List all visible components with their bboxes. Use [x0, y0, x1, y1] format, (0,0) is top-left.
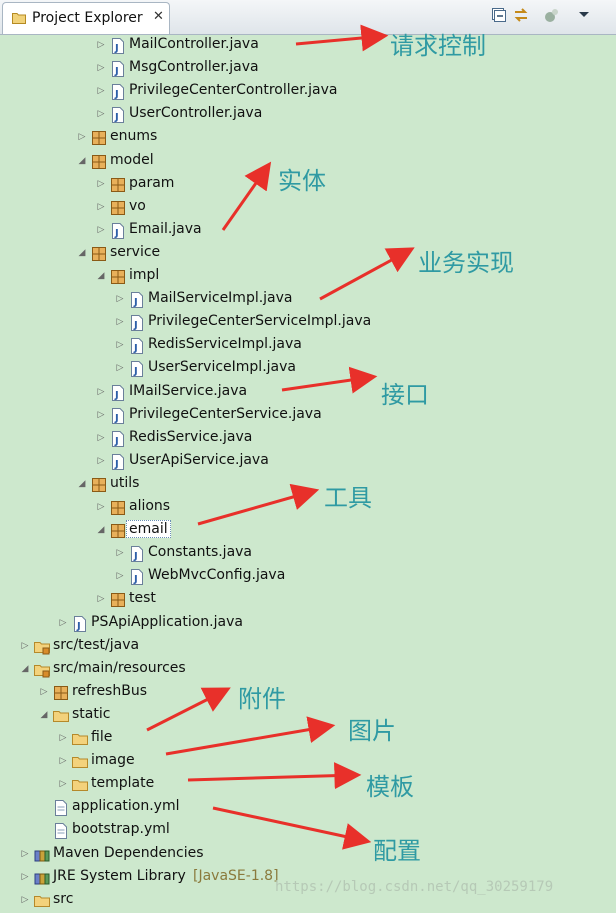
arrow-template [187, 762, 362, 790]
annotation-config: 配置 [373, 837, 421, 865]
annotation-interface: 接口 [381, 381, 429, 409]
watermark: https://blog.csdn.net/qq_30259179 [275, 879, 554, 895]
arrow-model [221, 161, 272, 231]
arrow-interface [281, 366, 378, 394]
annotation-static: 附件 [238, 685, 286, 713]
arrow-static [146, 687, 231, 732]
annotation-controller: 请求控制 [390, 32, 486, 60]
arrow-config [212, 806, 372, 850]
annotation-utils: 工具 [324, 484, 372, 512]
annotation-model: 实体 [278, 167, 326, 195]
arrow-utils [197, 483, 320, 526]
arrow-impl [319, 247, 415, 301]
arrow-controller [295, 24, 389, 52]
annotation-image: 图片 [348, 717, 396, 745]
annotation-arrows [146, 24, 415, 850]
annotation-template: 模板 [366, 773, 414, 801]
arrow-image [165, 716, 336, 756]
annotation-service-impl: 业务实现 [418, 249, 514, 277]
